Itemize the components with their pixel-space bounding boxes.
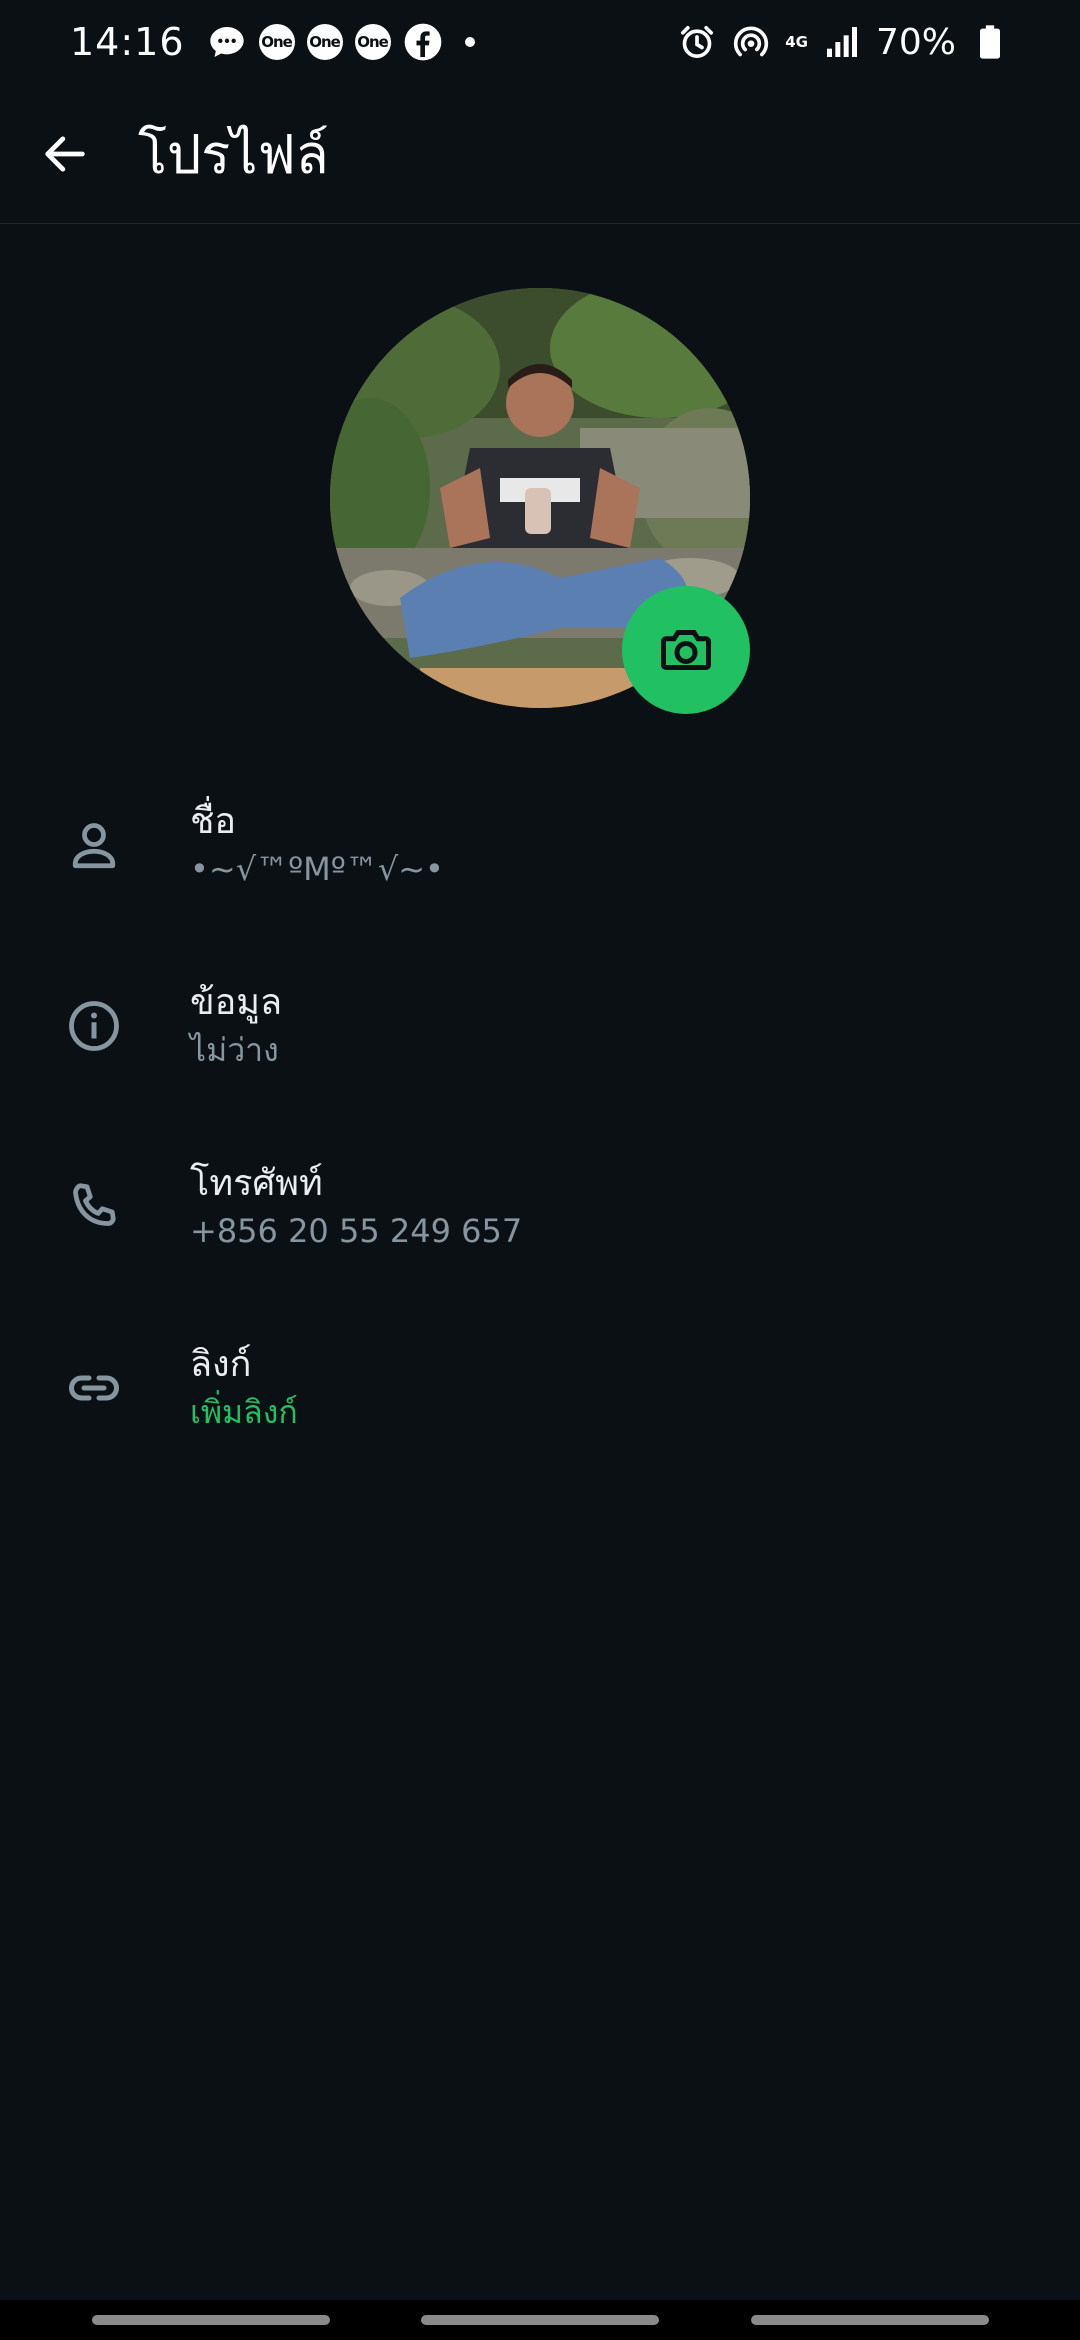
link-icon	[60, 1354, 128, 1422]
profile-row-about[interactable]: ข้อมูล ไม่ว่าง	[0, 951, 1080, 1101]
status-bar: 14:16 One One One 4G 70%	[0, 0, 1080, 84]
back-button[interactable]	[20, 109, 110, 199]
facebook-icon	[403, 22, 443, 62]
signal-icon	[822, 22, 862, 62]
profile-row-text: ลิงก์ เพิ่มลิงก์	[190, 1341, 298, 1435]
chat-bubble-icon	[207, 22, 247, 62]
row-label: ข้อมูล	[190, 982, 283, 1023]
profile-row-phone[interactable]: โทรศัพท์ +856 20 55 249 657	[0, 1132, 1080, 1282]
add-link-button[interactable]: เพิ่มลิงก์	[190, 1389, 298, 1435]
row-label: โทรศัพท์	[190, 1163, 323, 1204]
phone-icon	[60, 1173, 128, 1241]
change-photo-button[interactable]	[622, 586, 750, 714]
profile-row-text: ข้อมูล ไม่ว่าง	[190, 979, 282, 1073]
person-icon	[60, 811, 128, 879]
arrow-left-icon	[45, 135, 85, 172]
row-value: •~√™ºMº™√~•	[190, 850, 444, 888]
status-right: 4G 70%	[677, 22, 1010, 63]
page-title: โปรไฟล์	[138, 122, 329, 186]
more-notifications-dot	[464, 37, 475, 47]
battery-icon	[970, 22, 1010, 62]
one-app-icon: One	[306, 24, 343, 60]
nav-back-handle[interactable]	[750, 2315, 989, 2325]
profile-photo-area	[330, 288, 750, 714]
profile-row-name[interactable]: ชื่อ •~√™ºMº™√~•	[0, 770, 1080, 920]
hotspot-icon	[731, 22, 771, 62]
system-nav-bar	[0, 2300, 1080, 2340]
profile-row-link[interactable]: ลิงก์ เพิ่มลิงก์	[0, 1313, 1080, 1463]
nav-recents-handle[interactable]	[91, 2315, 330, 2325]
status-left: 14:16 One One One	[70, 20, 475, 64]
row-label: ชื่อ	[190, 801, 237, 842]
one-app-icon: One	[258, 24, 295, 60]
camera-icon	[661, 630, 711, 670]
nav-home-handle[interactable]	[421, 2315, 659, 2325]
app-bar: โปรไฟล์	[0, 84, 1080, 224]
row-value: +856 20 55 249 657	[190, 1212, 523, 1250]
alarm-icon	[677, 22, 717, 62]
row-value: ไม่ว่าง	[190, 1031, 279, 1069]
profile-row-text: ชื่อ •~√™ºMº™√~•	[190, 798, 444, 892]
battery-percent: 70%	[875, 21, 956, 63]
status-time: 14:16	[70, 20, 185, 64]
profile-row-text: โทรศัพท์ +856 20 55 249 657	[190, 1160, 522, 1254]
network-type-label: 4G	[785, 32, 808, 51]
row-label: ลิงก์	[190, 1344, 252, 1385]
one-app-icon: One	[354, 24, 391, 60]
info-icon	[60, 992, 128, 1060]
profile-screen: 14:16 One One One 4G 70% โปรไฟล์ ชื่อ •~…	[0, 0, 1080, 2340]
